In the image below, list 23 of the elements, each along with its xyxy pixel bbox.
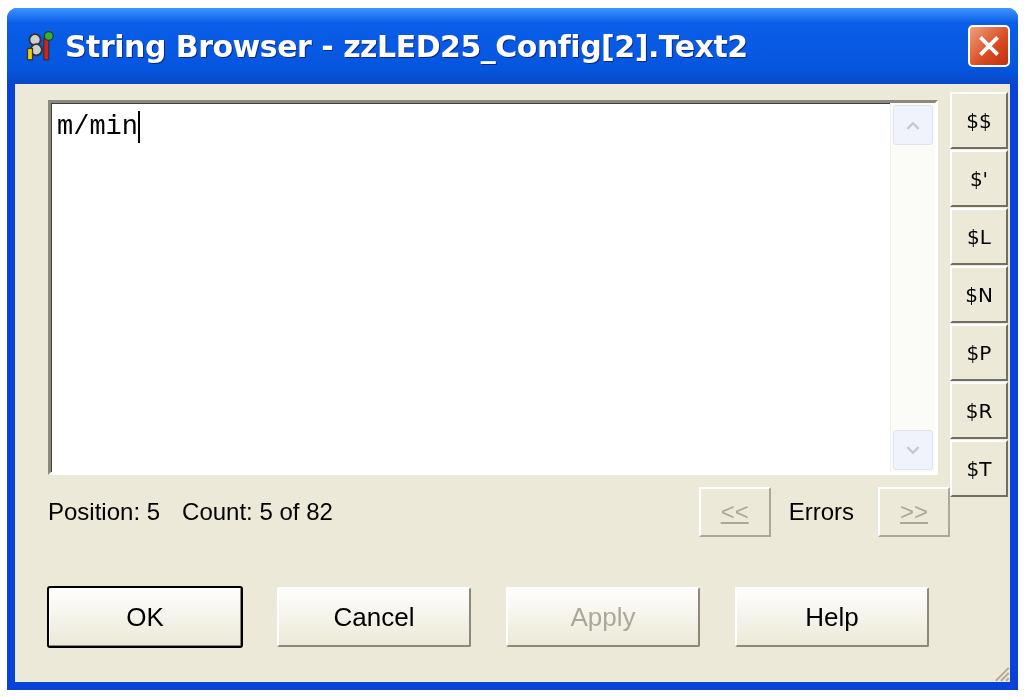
code-button[interactable]: $R [950,382,1008,439]
code-button[interactable]: $' [950,150,1008,207]
app-icon [25,31,55,61]
vertical-scrollbar[interactable] [890,103,935,472]
text-editor[interactable]: m/min [48,100,938,475]
close-button[interactable] [968,25,1010,67]
code-button[interactable]: $L [950,208,1008,265]
scroll-up-button[interactable] [893,105,933,145]
text-caret [138,111,140,143]
scroll-down-button[interactable] [893,430,933,470]
window-title: String Browser - zzLED25_Config[2].Text2 [65,28,749,64]
code-button[interactable]: $P [950,324,1008,381]
close-icon [977,34,1001,58]
dialog-button[interactable]: Help [735,587,929,647]
errors-label: Errors [788,498,854,526]
code-button[interactable]: $N [950,266,1008,323]
code-button[interactable]: $$ [950,92,1008,149]
dialog-button[interactable]: OK [48,587,242,647]
editor-text: m/min [57,111,138,143]
dialog-button[interactable]: Cancel [277,587,471,647]
position-text: Position: 5 [48,498,161,526]
code-button[interactable]: $T [950,440,1008,497]
count-text: Count: 5 of 82 [182,498,333,526]
